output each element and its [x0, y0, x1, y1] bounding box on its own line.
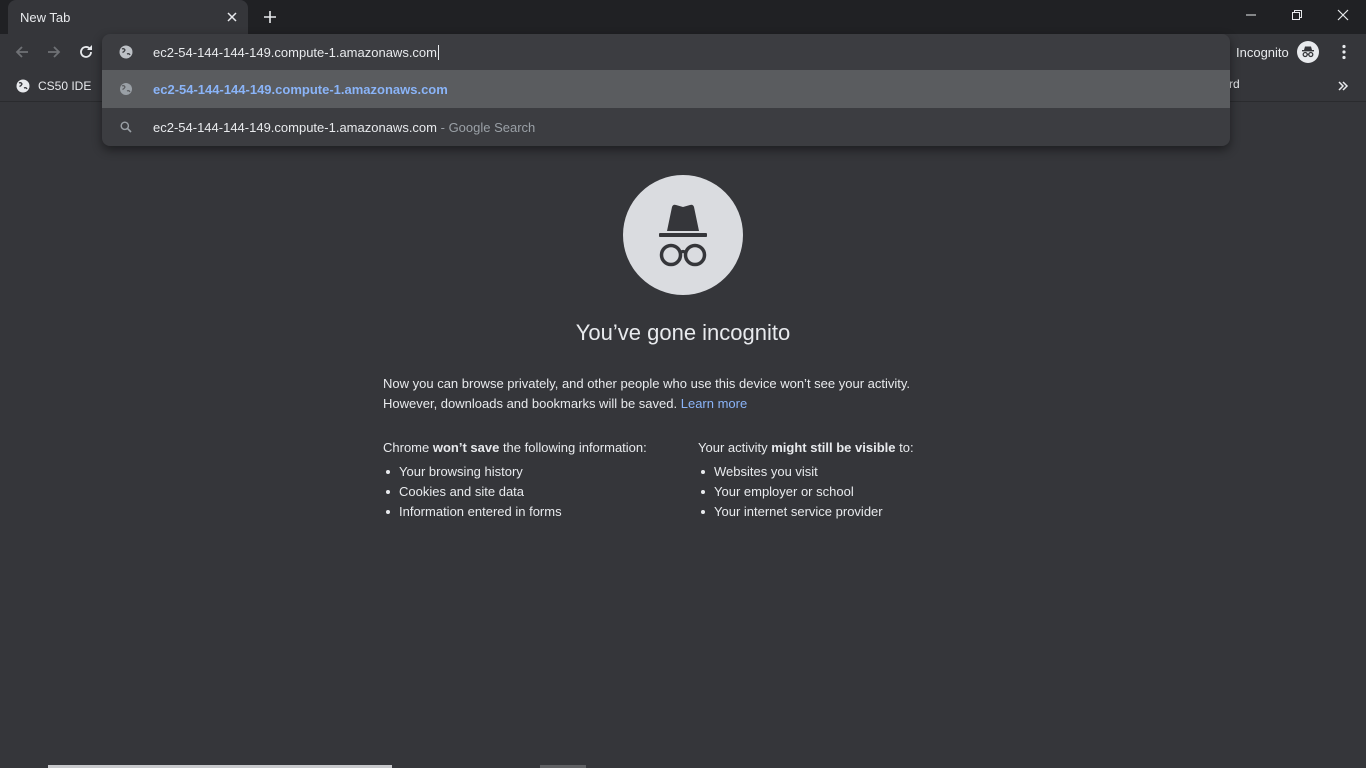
menu-button[interactable]	[1332, 40, 1356, 64]
close-window-button[interactable]	[1320, 0, 1366, 30]
suggestion-url-text: ec2-54-144-144-149.compute-1.amazonaws.c…	[153, 81, 448, 97]
arrow-left-icon	[15, 46, 28, 58]
learn-more-link[interactable]: Learn more	[681, 396, 747, 411]
forward-button[interactable]	[40, 38, 68, 66]
globe-icon	[16, 79, 30, 93]
list-item: Your browsing history	[383, 462, 683, 482]
incognito-avatar-icon	[1296, 41, 1319, 63]
close-icon	[1337, 9, 1349, 21]
plus-icon	[264, 11, 276, 23]
new-tab-button[interactable]	[258, 5, 282, 29]
list-item: Cookies and site data	[383, 482, 683, 502]
list-item: Information entered in forms	[383, 502, 683, 522]
incognito-icon	[623, 175, 743, 295]
tab-title: New Tab	[20, 9, 71, 25]
omnibox-input[interactable]: ec2-54-144-144-149.compute-1.amazonaws.c…	[102, 34, 1230, 70]
list-item: Your employer or school	[698, 482, 998, 502]
close-tab-icon[interactable]	[224, 9, 240, 25]
omnibox-value: ec2-54-144-144-149.compute-1.amazonaws.c…	[153, 44, 437, 60]
profile-label: Incognito	[1236, 44, 1289, 60]
text-caret	[438, 44, 439, 60]
restore-button[interactable]	[1274, 0, 1320, 30]
bookmark-partial-label[interactable]: rd	[1229, 77, 1240, 91]
arrow-right-icon	[48, 46, 61, 58]
reload-icon	[80, 45, 92, 58]
bookmark-cs50-ide[interactable]: CS50 IDE	[10, 75, 97, 97]
bookmark-label: CS50 IDE	[38, 79, 92, 93]
profile-button[interactable]: Incognito	[1236, 40, 1319, 64]
reload-button[interactable]	[72, 38, 100, 66]
wont-save-list: Chrome won’t save the following informat…	[383, 438, 683, 522]
tab-new-tab[interactable]: New Tab	[8, 0, 248, 34]
incognito-page: You’ve gone incognito Now you can browse…	[0, 103, 1366, 765]
list-item: Websites you visit	[698, 462, 998, 482]
minimize-button[interactable]	[1228, 0, 1274, 30]
bookmarks-overflow-button[interactable]	[1332, 76, 1354, 96]
restore-icon	[1292, 10, 1302, 20]
globe-icon	[118, 81, 134, 97]
still-visible-title: Your activity might still be visible to:	[698, 440, 914, 455]
description-line-2: However, downloads and bookmarks will be…	[383, 396, 678, 411]
globe-icon	[118, 44, 134, 60]
wont-save-title: Chrome won’t save the following informat…	[383, 440, 647, 455]
minimize-icon	[1246, 14, 1256, 16]
still-visible-list: Your activity might still be visible to:…	[698, 438, 998, 522]
page-heading: You’ve gone incognito	[575, 320, 791, 345]
title-bar: New Tab	[0, 0, 1366, 34]
back-button[interactable]	[8, 38, 36, 66]
more-vert-icon	[1342, 44, 1346, 60]
page-description: Now you can browse privately, and other …	[383, 374, 983, 414]
list-item: Your internet service provider	[698, 502, 998, 522]
description-line-1: Now you can browse privately, and other …	[383, 376, 911, 391]
chevron-double-right-icon	[1338, 81, 1349, 91]
